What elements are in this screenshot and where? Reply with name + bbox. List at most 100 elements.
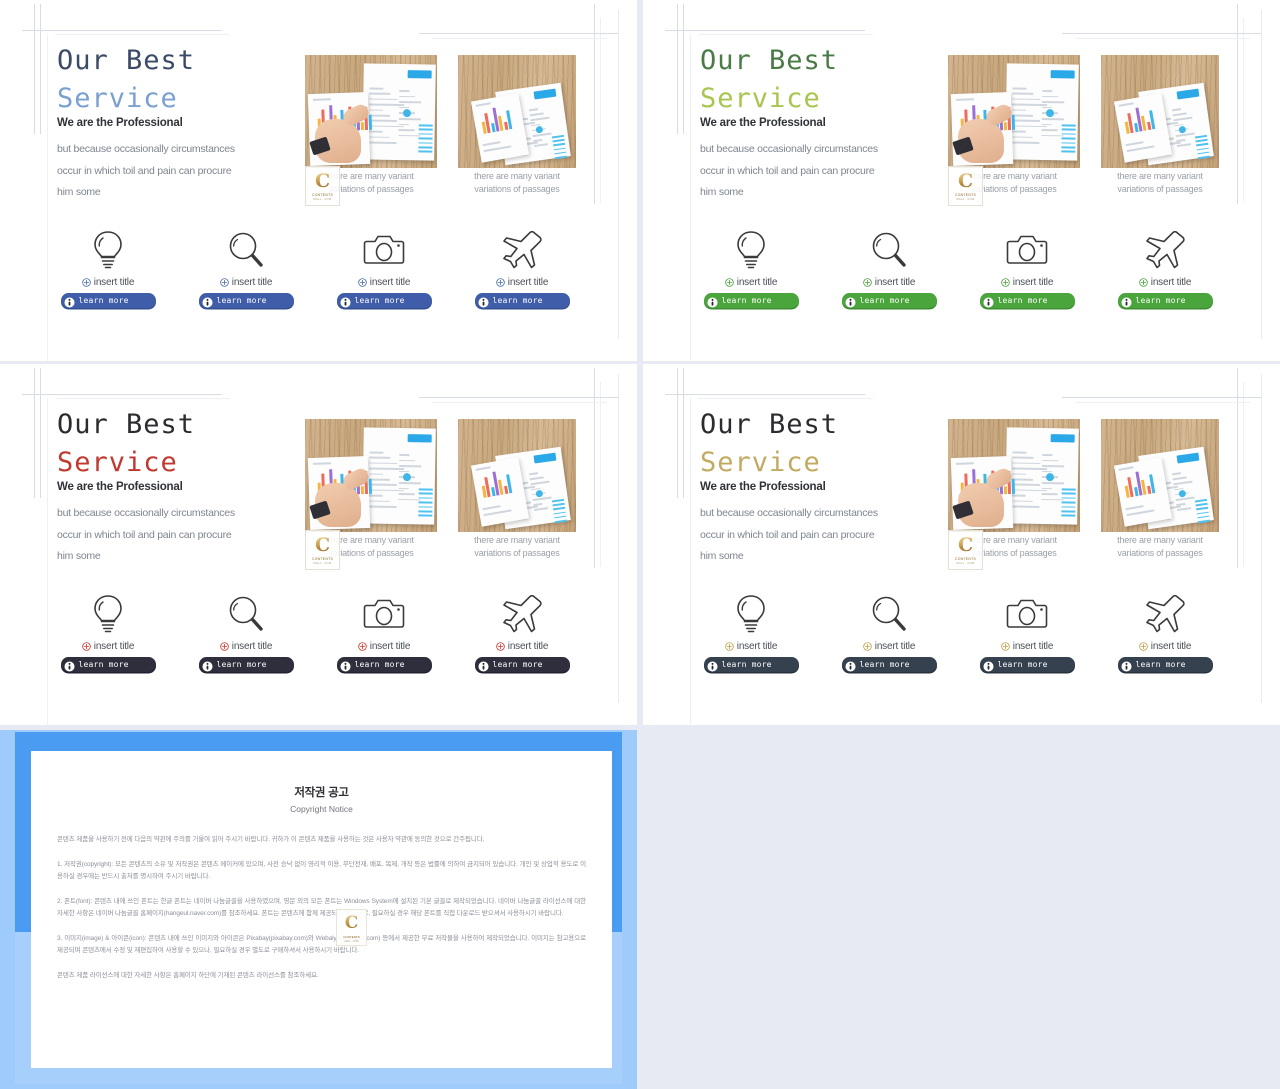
photo-caption-2: there are many variant variations of pass… bbox=[455, 170, 579, 196]
feature-item-1[interactable]: insert title learn more bbox=[695, 592, 807, 672]
plus-circle-icon bbox=[725, 278, 734, 287]
deco-line bbox=[55, 34, 230, 35]
slide-gold[interactable]: Our Best Service We are the Professional bu… bbox=[643, 364, 1280, 725]
feature-title: insert title bbox=[1109, 277, 1221, 288]
learn-more-label: learn more bbox=[1135, 296, 1186, 305]
feature-title: insert title bbox=[1109, 641, 1221, 652]
feature-item-2[interactable]: insert title learn more bbox=[833, 592, 945, 672]
slide-gutter-horizontal bbox=[0, 361, 1280, 364]
deco-line bbox=[40, 4, 41, 134]
feature-title-label: insert title bbox=[1150, 641, 1192, 652]
feature-item-3[interactable]: insert title learn more bbox=[328, 592, 440, 672]
slide-red[interactable]: Our Best Service We are the Professional bu… bbox=[0, 364, 637, 725]
info-icon bbox=[63, 295, 75, 308]
caption-line: variations of passages bbox=[1117, 548, 1203, 558]
plus-circle-icon bbox=[358, 278, 367, 287]
photo-documents-pointing bbox=[948, 419, 1080, 532]
info-icon bbox=[982, 295, 994, 308]
plus-circle-icon bbox=[496, 642, 505, 651]
feature-row: insert title learn more insert title learn … bbox=[52, 228, 572, 323]
feature-item-1[interactable]: insert title learn more bbox=[695, 228, 807, 308]
feature-title: insert title bbox=[971, 277, 1083, 288]
feature-item-4[interactable]: insert title learn more bbox=[466, 592, 578, 672]
contents-watermark-logo: C CONTENTS MALL . COM bbox=[948, 166, 983, 206]
deco-line bbox=[432, 402, 607, 403]
watermark-letter: C bbox=[957, 533, 974, 556]
deco-line bbox=[419, 33, 619, 34]
plus-circle-icon bbox=[1001, 642, 1010, 651]
feature-item-1[interactable]: insert title learn more bbox=[52, 592, 164, 672]
learn-more-button[interactable]: learn more bbox=[474, 293, 570, 308]
body-line: occur in which toil and pain can procure bbox=[700, 164, 875, 177]
feature-item-3[interactable]: insert title learn more bbox=[971, 228, 1083, 308]
copyright-item-1: 1. 저작권(copyright): 모든 콘텐츠의 소유 및 저작권은 콘텐츠… bbox=[57, 860, 586, 881]
feature-title: insert title bbox=[695, 641, 807, 652]
learn-more-label: learn more bbox=[216, 296, 267, 305]
watermark-letter: C bbox=[344, 912, 359, 933]
slide-green[interactable]: Our Best Service We are the Professional bu… bbox=[643, 0, 1280, 361]
learn-more-label: learn more bbox=[492, 296, 543, 305]
learn-more-button[interactable]: learn more bbox=[336, 657, 432, 672]
learn-more-button[interactable]: learn more bbox=[60, 293, 156, 308]
copyright-intro: 콘텐츠 제품을 사용하기 전에 다음의 약관에 주의를 기울여 읽어 주시기 바… bbox=[57, 836, 485, 843]
magnifier-icon bbox=[190, 228, 302, 272]
feature-title: insert title bbox=[466, 641, 578, 652]
feature-item-4[interactable]: insert title learn more bbox=[1109, 592, 1221, 672]
feature-title-label: insert title bbox=[1150, 277, 1192, 288]
feature-item-1[interactable]: insert title learn more bbox=[52, 228, 164, 308]
info-icon bbox=[339, 295, 351, 308]
learn-more-button[interactable]: learn more bbox=[1117, 293, 1213, 308]
learn-more-button[interactable]: learn more bbox=[979, 657, 1075, 672]
deco-line bbox=[1075, 38, 1250, 39]
watermark-domain: MALL . COM bbox=[313, 197, 332, 201]
title-line-2: Service bbox=[57, 83, 178, 114]
feature-item-4[interactable]: insert title learn more bbox=[1109, 228, 1221, 308]
lightbulb-icon bbox=[52, 228, 164, 272]
learn-more-button[interactable]: learn more bbox=[474, 657, 570, 672]
deco-line bbox=[698, 398, 873, 399]
feature-title-label: insert title bbox=[93, 641, 135, 652]
feature-title: insert title bbox=[466, 277, 578, 288]
feature-title-label: insert title bbox=[369, 277, 411, 288]
caption-line: variations of passages bbox=[474, 184, 560, 194]
slide-edge-rule bbox=[1261, 374, 1262, 703]
learn-more-button[interactable]: learn more bbox=[841, 293, 937, 308]
feature-item-2[interactable]: insert title learn more bbox=[190, 228, 302, 308]
info-icon bbox=[63, 659, 75, 672]
info-icon bbox=[1120, 659, 1132, 672]
learn-more-button[interactable]: learn more bbox=[336, 293, 432, 308]
learn-more-button[interactable]: learn more bbox=[1117, 657, 1213, 672]
feature-item-3[interactable]: insert title learn more bbox=[328, 228, 440, 308]
plus-circle-icon bbox=[220, 642, 229, 651]
body-text: but because occasionally circumstances oc… bbox=[57, 139, 235, 204]
watermark-domain: MALL . COM bbox=[956, 197, 975, 201]
body-line: occur in which toil and pain can procure bbox=[57, 528, 232, 541]
learn-more-label: learn more bbox=[78, 660, 129, 669]
title-line-1: Our Best bbox=[57, 409, 196, 440]
learn-more-button[interactable]: learn more bbox=[841, 657, 937, 672]
airplane-icon bbox=[466, 592, 578, 636]
feature-title-label: insert title bbox=[231, 641, 273, 652]
copyright-notice-slide[interactable]: 저작권 공고 Copyright Notice 콘텐츠 제품을 사용하기 전에 … bbox=[0, 730, 637, 1089]
body-line: him some bbox=[700, 186, 744, 198]
feature-item-4[interactable]: insert title learn more bbox=[466, 228, 578, 308]
contents-watermark-logo: C CONTENTS MALL . COM bbox=[305, 530, 340, 570]
learn-more-label: learn more bbox=[354, 296, 405, 305]
learn-more-button[interactable]: learn more bbox=[198, 657, 294, 672]
photo-documents-stacked bbox=[1101, 55, 1219, 168]
feature-item-2[interactable]: insert title learn more bbox=[833, 228, 945, 308]
slide-blue[interactable]: Our Best Service We are the Professional bu… bbox=[0, 0, 637, 361]
subtitle: We are the Professional bbox=[57, 481, 183, 493]
feature-item-3[interactable]: insert title learn more bbox=[971, 592, 1083, 672]
learn-more-button[interactable]: learn more bbox=[60, 657, 156, 672]
learn-more-button[interactable]: learn more bbox=[198, 293, 294, 308]
learn-more-button[interactable]: learn more bbox=[979, 293, 1075, 308]
learn-more-button[interactable]: learn more bbox=[703, 657, 799, 672]
learn-more-button[interactable]: learn more bbox=[703, 293, 799, 308]
camera-icon bbox=[328, 592, 440, 636]
page-title: Our Best Service bbox=[57, 406, 195, 482]
feature-item-2[interactable]: insert title learn more bbox=[190, 592, 302, 672]
feature-title-label: insert title bbox=[1012, 277, 1054, 288]
deco-line bbox=[419, 397, 619, 398]
copyright-footer: 콘텐츠 제품 라이선스에 대한 자세한 사항은 홈페이지 하단에 기재된 콘텐츠… bbox=[57, 971, 319, 979]
